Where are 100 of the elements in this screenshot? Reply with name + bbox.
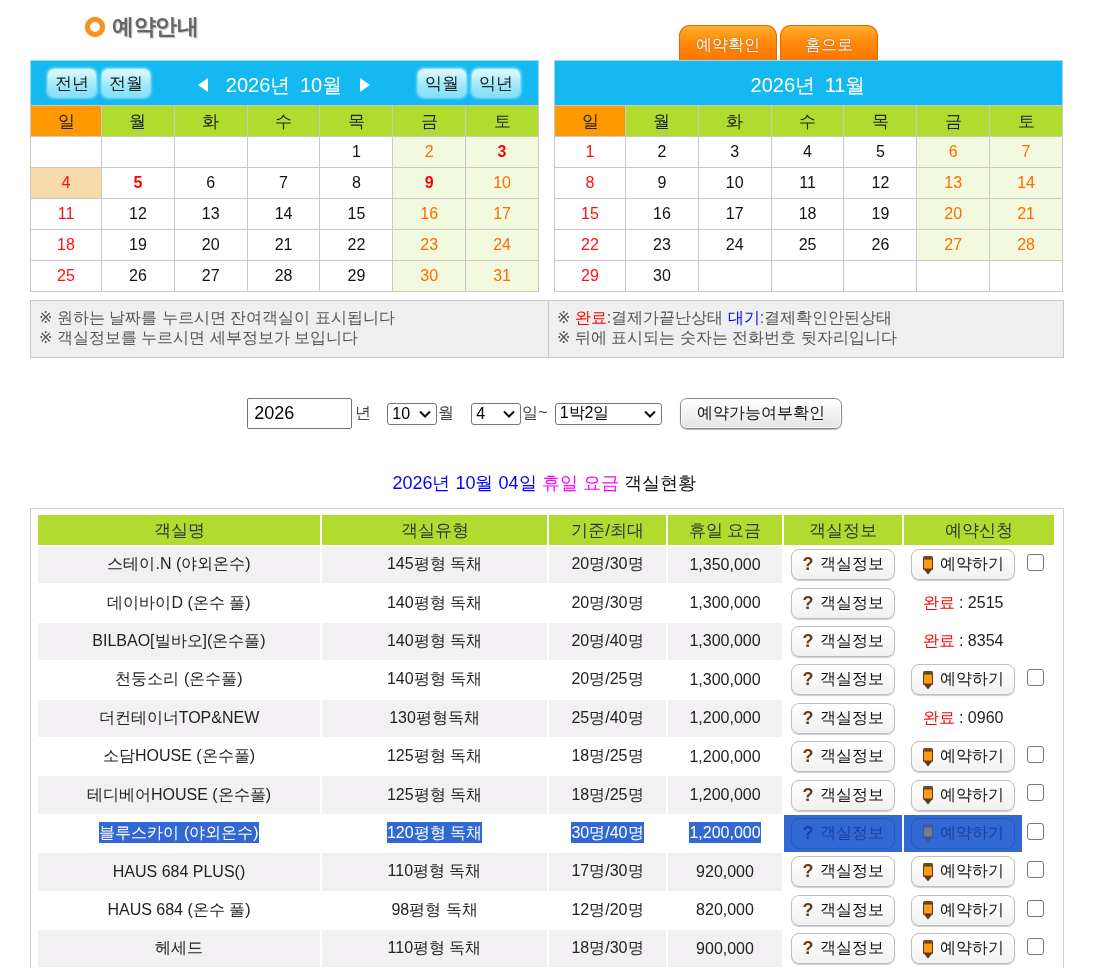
stay-select[interactable]: 1박2일: [554, 402, 662, 425]
calendar-day[interactable]: 9: [625, 167, 699, 199]
column-header: 휴일 요금: [668, 515, 782, 545]
checkbox[interactable]: [1027, 745, 1044, 763]
year-input[interactable]: 2026: [247, 398, 353, 429]
month-select[interactable]: 10: [387, 402, 438, 425]
calendar-day[interactable]: 1: [320, 136, 393, 168]
checkbox[interactable]: [1027, 669, 1044, 687]
table-cell: HAUS 684 PLUS(): [38, 853, 320, 891]
calendar-day[interactable]: 29: [554, 260, 626, 292]
calendar-day[interactable]: 28: [247, 260, 320, 292]
calendar-day[interactable]: 30: [625, 260, 699, 292]
checkbox[interactable]: [1027, 937, 1044, 955]
reserve-button[interactable]: 예약하기: [911, 664, 1015, 696]
table-cell-text: 1,200,000: [688, 746, 762, 767]
calendar-day[interactable]: 12: [101, 198, 175, 230]
pencil-icon: [922, 746, 934, 767]
weekday-header: 수: [247, 105, 320, 137]
notice-text: ※ 원하는 날짜를 누르시면 잔여객실이 표시됩니다: [39, 308, 395, 328]
pencil-icon: [922, 785, 934, 806]
calendar-day[interactable]: 15: [554, 198, 626, 230]
reserve-button[interactable]: 예약하기: [911, 549, 1015, 581]
reserve-button[interactable]: 예약하기: [911, 779, 1015, 811]
room-info-button[interactable]: ? 객실정보: [791, 587, 895, 619]
calendar-day[interactable]: 12: [844, 167, 917, 199]
calendar-day[interactable]: 4: [771, 136, 844, 168]
calendar-day[interactable]: 19: [844, 198, 917, 230]
previous-year-button[interactable]: 전년: [48, 69, 96, 97]
room-info-button[interactable]: ? 객실정보: [791, 933, 895, 965]
calendar-day[interactable]: 6: [174, 167, 248, 199]
calendar-day[interactable]: 26: [844, 229, 917, 261]
triangle-right-icon[interactable]: [360, 78, 371, 92]
calendar-day[interactable]: 1: [554, 136, 626, 168]
calendar-day[interactable]: 13: [174, 198, 248, 230]
calendar-day[interactable]: 15: [320, 198, 393, 230]
day-select[interactable]: 4: [471, 402, 522, 425]
calendar-day[interactable]: 27: [174, 260, 248, 292]
weekday-header: 토: [465, 105, 539, 137]
calendar-day[interactable]: 16: [625, 198, 699, 230]
calendar-day[interactable]: 10: [698, 167, 772, 199]
calendar-day[interactable]: 22: [554, 229, 626, 261]
column-header: 기준/최대: [549, 515, 666, 545]
room-info-button[interactable]: ? 객실정보: [791, 894, 895, 926]
calendar-day[interactable]: 5: [101, 167, 175, 199]
calendar-day[interactable]: 29: [320, 260, 393, 292]
room-info-button[interactable]: ? 객실정보: [791, 625, 895, 657]
calendar-day[interactable]: 11: [30, 198, 102, 230]
table-cell-text: 1,300,000: [688, 669, 762, 690]
reserve-button[interactable]: 예약하기: [911, 894, 1015, 926]
next-year-button[interactable]: 익년: [472, 69, 520, 97]
calendar-day[interactable]: 7: [247, 167, 320, 199]
room-info-button[interactable]: ? 객실정보: [791, 549, 895, 581]
calendar-day[interactable]: 23: [625, 229, 699, 261]
calendar-day[interactable]: 3: [698, 136, 772, 168]
calendar-day[interactable]: 5: [844, 136, 917, 168]
table-cell-text: HAUS 684 (온수 풀): [106, 899, 252, 920]
calendar-day[interactable]: 3: [465, 136, 539, 168]
calendar-day[interactable]: 24: [698, 229, 772, 261]
table-cell: BILBAO[빌바오](온수풀): [38, 622, 320, 661]
room-info-button[interactable]: ? 객실정보: [791, 741, 895, 773]
calendar-day[interactable]: 9: [392, 167, 466, 199]
calendar-day[interactable]: 25: [771, 229, 844, 261]
room-info-button[interactable]: ? 객실정보: [791, 664, 895, 696]
checkbox[interactable]: [1027, 554, 1044, 571]
reserve-button[interactable]: 예약하기: [911, 933, 1015, 965]
checkbox[interactable]: [1027, 899, 1044, 917]
pencil-icon: [922, 900, 934, 921]
calendar-day[interactable]: 20: [174, 229, 248, 261]
notice-text: ※ 객실정보를 누르시면 세부정보가 보입니다: [39, 328, 359, 348]
calendar-day[interactable]: 8: [320, 167, 393, 199]
table-cell: 1,300,000: [668, 622, 782, 661]
reserve-button[interactable]: 예약하기: [911, 741, 1015, 773]
checkbox[interactable]: [1027, 822, 1044, 840]
calendar-day[interactable]: 21: [247, 229, 320, 261]
next-month-button[interactable]: 익월: [418, 69, 466, 97]
calendar-day[interactable]: 25: [30, 260, 102, 292]
previous-month-button[interactable]: 전월: [102, 69, 150, 97]
pencil-icon: [922, 861, 934, 882]
calendar-day[interactable]: 2: [625, 136, 699, 168]
room-info-button[interactable]: ? 객실정보: [791, 702, 895, 734]
calendar-day[interactable]: 18: [30, 229, 102, 261]
checkbox[interactable]: [1027, 861, 1044, 879]
calendar-day[interactable]: 19: [101, 229, 175, 261]
calendar-day[interactable]: 11: [771, 167, 844, 199]
weekday-header: 일: [30, 105, 102, 137]
table-cell-text: 1,200,000: [688, 821, 762, 846]
table-cell: 110평형 독채: [322, 853, 547, 891]
calendar-day[interactable]: 8: [554, 167, 626, 199]
calendar-day[interactable]: 18: [771, 198, 844, 230]
room-info-button[interactable]: ? 객실정보: [791, 856, 895, 888]
check-availability-button[interactable]: 예약가능여부확인: [679, 398, 842, 429]
calendar-day[interactable]: 26: [101, 260, 175, 292]
triangle-left-icon[interactable]: [197, 78, 208, 92]
checkbox[interactable]: [1027, 784, 1044, 802]
calendar-day[interactable]: 14: [247, 198, 320, 230]
reserve-button[interactable]: 예약하기: [911, 856, 1015, 888]
calendar-day[interactable]: 17: [698, 198, 772, 230]
calendar-day[interactable]: 22: [320, 229, 393, 261]
room-info-button[interactable]: ? 객실정보: [791, 779, 895, 811]
weekday-header: 월: [101, 105, 175, 137]
